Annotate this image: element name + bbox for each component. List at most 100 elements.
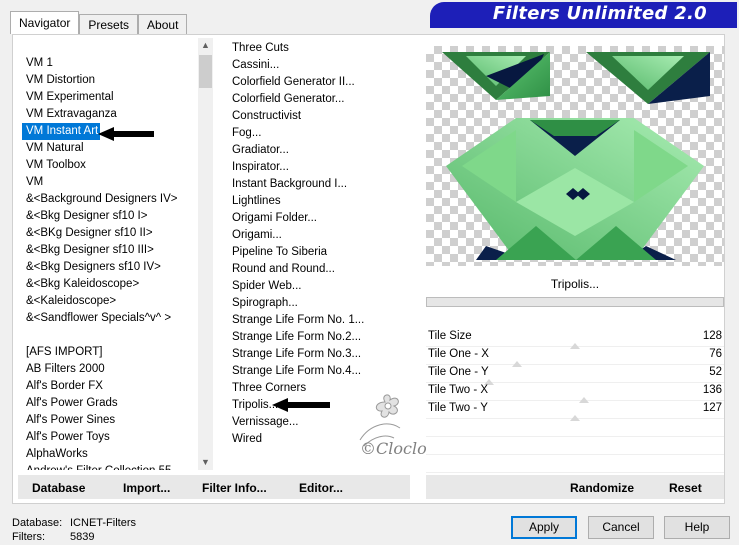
param-row[interactable]: Tile One - X 76 <box>426 347 724 367</box>
filter-item[interactable]: Three Cuts <box>226 40 416 57</box>
filter-item[interactable]: Round and Round... <box>226 261 416 278</box>
tab-navigator[interactable]: Navigator <box>10 11 80 34</box>
category-item[interactable]: VM Distortion <box>14 72 197 89</box>
scroll-thumb[interactable] <box>199 55 212 88</box>
category-item[interactable]: VM Toolbox <box>14 157 197 174</box>
database-value: ICNET-Filters <box>70 517 136 529</box>
category-item[interactable]: VM Natural <box>14 140 197 157</box>
filter-item[interactable]: Colorfield Generator... <box>226 91 416 108</box>
import-button[interactable]: Import... <box>123 481 170 495</box>
param-label: Tile Size <box>428 330 472 342</box>
scroll-up-icon[interactable]: ▲ <box>198 38 213 53</box>
category-item[interactable]: &<Kaleidoscope> <box>14 293 197 310</box>
category-scrollbar[interactable]: ▲ ▼ <box>198 38 213 470</box>
filter-item[interactable]: Spider Web... <box>226 278 416 295</box>
category-item[interactable]: &<Bkg Designer sf10 I> <box>14 208 197 225</box>
category-item[interactable]: AB Filters 2000 <box>14 361 197 378</box>
category-item[interactable]: [AFS IMPORT] <box>14 344 197 361</box>
preview-image <box>426 46 724 266</box>
param-value: 128 <box>702 330 722 342</box>
tab-about[interactable]: About <box>138 14 188 34</box>
filter-item[interactable]: Lightlines <box>226 193 416 210</box>
status-area: Database: ICNET-Filters Filters: 5839 <box>12 516 136 544</box>
category-item[interactable]: Alf's Power Grads <box>14 395 197 412</box>
filter-item[interactable]: Strange Life Form No.3... <box>226 346 416 363</box>
editor-button[interactable]: Editor... <box>299 481 343 495</box>
scroll-down-icon[interactable]: ▼ <box>198 455 213 470</box>
category-item[interactable]: VM <box>14 174 197 191</box>
category-item[interactable]: VM 1 <box>14 55 197 72</box>
param-value: 52 <box>709 366 722 378</box>
param-value: 76 <box>709 348 722 360</box>
param-label: Tile One - Y <box>428 366 489 378</box>
param-row[interactable]: Tile Two - Y 127 <box>426 401 724 421</box>
param-label: Tile Two - Y <box>428 402 488 414</box>
category-item-selected[interactable]: VM Instant Art <box>22 123 100 140</box>
category-item <box>14 327 197 344</box>
filter-info-button[interactable]: Filter Info... <box>202 481 267 495</box>
param-label: Tile Two - X <box>428 384 489 396</box>
watermark-logo: ©Cloclo <box>359 394 427 458</box>
param-row[interactable]: Tile One - Y 52 <box>426 365 724 385</box>
category-item[interactable]: &<Bkg Kaleidoscope> <box>14 276 197 293</box>
filter-item[interactable]: Spirograph... <box>226 295 416 312</box>
category-item <box>14 38 197 55</box>
app-banner: Filters Unlimited 2.0 <box>430 2 737 28</box>
category-item[interactable]: &<BKg Designer sf10 II> <box>14 225 197 242</box>
category-item[interactable]: VM Extravaganza <box>14 106 197 123</box>
param-row[interactable]: Tile Size 128 <box>426 329 724 349</box>
category-item[interactable]: &<Sandflower Specials^v^ > <box>14 310 197 327</box>
category-item[interactable]: &<Bkg Designer sf10 III> <box>14 242 197 259</box>
reset-button[interactable]: Reset <box>669 481 702 495</box>
pointer-arrow-icon <box>98 127 154 141</box>
category-item[interactable]: Andrew's Filter Collection 55 <box>14 463 197 470</box>
navigator-button-bar: Database Import... Filter Info... Editor… <box>18 475 410 499</box>
watermark-text: ©Cloclo <box>360 439 427 458</box>
param-value: 127 <box>702 402 722 414</box>
filter-item[interactable]: Instant Background I... <box>226 176 416 193</box>
randomize-button[interactable]: Randomize <box>570 481 634 495</box>
pointer-arrow-icon <box>272 398 330 412</box>
filter-item[interactable]: Strange Life Form No. 1... <box>226 312 416 329</box>
filter-item[interactable]: Strange Life Form No.2... <box>226 329 416 346</box>
category-item[interactable]: Alf's Power Sines <box>14 412 197 429</box>
preview-pattern <box>442 52 710 260</box>
filter-item[interactable]: Origami Folder... <box>226 210 416 227</box>
param-row <box>426 455 724 473</box>
database-label: Database: <box>12 517 63 529</box>
filter-item[interactable]: Cassini... <box>226 57 416 74</box>
filter-item[interactable]: Pipeline To Siberia <box>226 244 416 261</box>
filters-count-label: Filters: <box>12 531 45 543</box>
param-row <box>426 437 724 455</box>
filter-item[interactable]: Origami... <box>226 227 416 244</box>
category-item[interactable]: AlphaWorks <box>14 446 197 463</box>
category-item[interactable]: &<Bkg Designers sf10 IV> <box>14 259 197 276</box>
category-item[interactable]: Alf's Power Toys <box>14 429 197 446</box>
category-item[interactable]: VM Experimental <box>14 89 197 106</box>
category-item[interactable]: Alf's Border FX <box>14 378 197 395</box>
param-row[interactable]: Tile Two - X 136 <box>426 383 724 403</box>
database-button[interactable]: Database <box>32 481 85 495</box>
progress-bar <box>426 297 724 307</box>
tab-bar: Navigator Presets About <box>10 11 188 34</box>
parameter-button-bar: Randomize Reset <box>426 475 724 499</box>
filter-item[interactable]: Strange Life Form No.4... <box>226 363 416 380</box>
apply-button[interactable]: Apply <box>511 516 577 539</box>
cancel-button[interactable]: Cancel <box>588 516 654 539</box>
tab-presets[interactable]: Presets <box>79 14 139 34</box>
param-label: Tile One - X <box>428 348 489 360</box>
filter-item[interactable]: Inspirator... <box>226 159 416 176</box>
category-list[interactable]: VM 1 VM Distortion VM Experimental VM Extra… <box>14 38 197 470</box>
param-row <box>426 419 724 437</box>
selected-filter-name: Tripolis... <box>426 273 724 295</box>
app-title: Filters Unlimited 2.0 <box>492 3 707 24</box>
filter-item[interactable]: Colorfield Generator II... <box>226 74 416 91</box>
filter-parameters: Tile Size 128 Tile One - X 76 Tile One - Y 52… <box>426 329 724 473</box>
filter-item[interactable]: Fog... <box>226 125 416 142</box>
filters-count-value: 5839 <box>70 531 95 543</box>
help-button[interactable]: Help <box>664 516 730 539</box>
param-value: 136 <box>702 384 722 396</box>
category-item[interactable]: &<Background Designers IV> <box>14 191 197 208</box>
filter-item[interactable]: Constructivist <box>226 108 416 125</box>
filter-item[interactable]: Gradiator... <box>226 142 416 159</box>
